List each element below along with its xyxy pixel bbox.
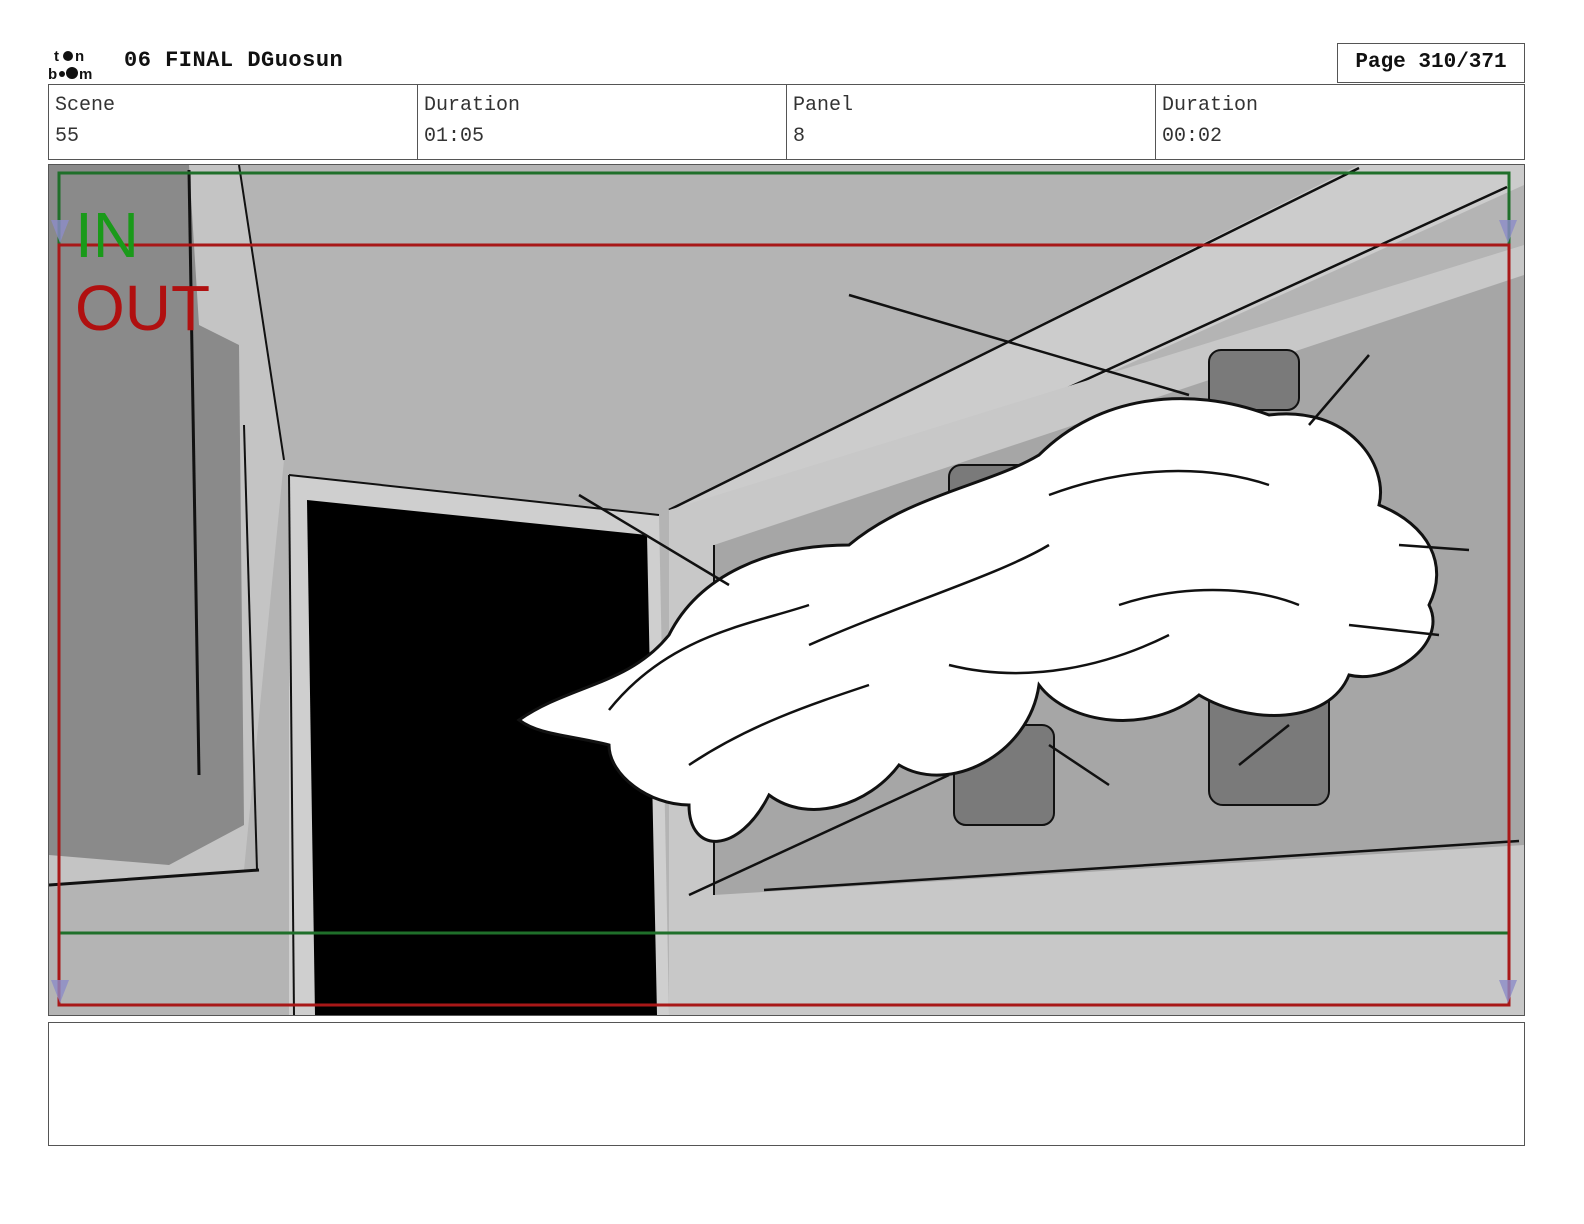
svg-text:t: t: [54, 48, 59, 65]
info-table: Scene 55 Duration 01:05 Panel 8 Duration…: [48, 84, 1525, 160]
panel-cell: Panel 8: [787, 85, 1156, 159]
panel-value: 8: [793, 125, 806, 148]
scene-duration-label: Duration: [424, 94, 521, 117]
svg-text:b: b: [48, 66, 57, 82]
svg-text:n: n: [75, 48, 84, 65]
scene-duration-value: 01:05: [424, 125, 485, 148]
panel-duration-value: 00:02: [1162, 125, 1223, 148]
scene-label: Scene: [55, 94, 116, 117]
scene-cell: Scene 55: [49, 85, 418, 159]
panel-duration-cell: Duration 00:02: [1156, 85, 1524, 159]
page-indicator: Page 310/371: [1337, 43, 1525, 83]
panel-label: Panel: [793, 94, 854, 117]
scene-value: 55: [55, 125, 80, 148]
storyboard-panel: IN OUT: [48, 164, 1525, 1016]
toon-boom-logo: t n b m: [48, 48, 92, 82]
scene-duration-cell: Duration 01:05: [418, 85, 787, 159]
svg-text:m: m: [79, 66, 92, 82]
panel-duration-label: Duration: [1162, 94, 1259, 117]
in-label: IN: [75, 199, 139, 271]
panel-drawing: IN OUT: [49, 165, 1524, 1015]
document-title: 06 FINAL DGuosun: [124, 48, 344, 73]
out-label: OUT: [75, 272, 210, 344]
notes-box: [48, 1022, 1525, 1146]
